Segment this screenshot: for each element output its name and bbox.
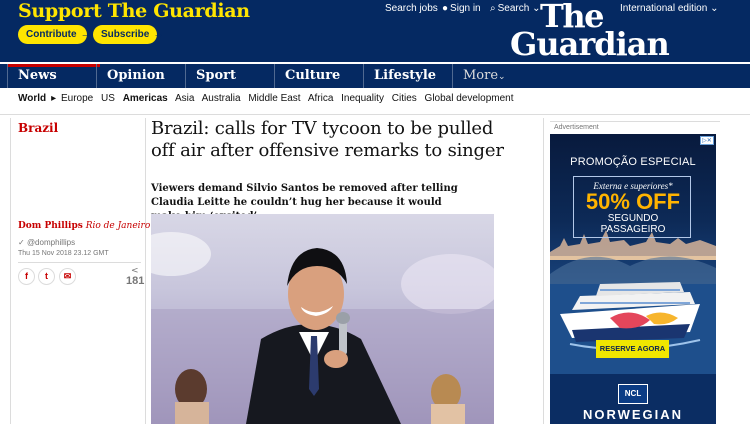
subnav-americas[interactable]: Americas [123, 93, 168, 104]
sub-nav: World ▸ Europe US Americas Asia Australia… [18, 93, 514, 104]
subscribe-label: Subscribe [101, 29, 150, 40]
logo-line-2: Guardian [510, 25, 670, 63]
user-icon: ● [442, 3, 449, 14]
support-title: Support The Guardian [18, 0, 250, 22]
subnav-europe[interactable]: Europe [61, 93, 93, 104]
divider [10, 118, 11, 424]
advertisement[interactable]: ▷✕ PROMOÇÃO ESPECIAL Externa e superiore… [550, 134, 716, 424]
divider [543, 118, 544, 424]
search-jobs-link[interactable]: Search jobs [385, 3, 438, 14]
pillar-more-label: More [463, 68, 499, 83]
ad-promo-title: PROMOÇÃO ESPECIAL [570, 156, 696, 168]
author-location: Rio de Janeiro [85, 221, 151, 231]
pillar-lifestyle[interactable]: Lifestyle [363, 64, 452, 88]
share-twitter-button[interactable]: t [38, 268, 55, 285]
ad-offer-detail: SEGUNDO PASSAGEIRO [574, 213, 692, 235]
byline: Dom Phillips Rio de Janeiro [18, 221, 150, 231]
contribute-label: Contribute [26, 29, 77, 40]
ad-choices-icon[interactable]: ▷✕ [700, 136, 714, 145]
sign-in-link[interactable]: ● Sign in [442, 3, 481, 14]
pillar-sport[interactable]: Sport [185, 64, 274, 88]
subscribe-button[interactable]: Subscribe → [93, 25, 164, 44]
divider [18, 262, 141, 263]
ad-reserve-button[interactable]: RESERVE AGORA [596, 340, 669, 358]
twitter-handle-label: @domphillips [26, 238, 76, 247]
share-facebook-button[interactable]: f [18, 268, 35, 285]
divider [0, 114, 750, 115]
publish-date: Thu 15 Nov 2018 23.12 GMT [18, 250, 109, 257]
twitter-handle[interactable]: ✓ @domphillips [18, 238, 75, 247]
site-header: Support The Guardian Contribute → Subscri… [0, 0, 750, 62]
subnav-australia[interactable]: Australia [202, 93, 241, 104]
tv-presenter-photo [151, 232, 494, 424]
ad-brand-name: NORWEGIAN [582, 407, 684, 422]
ad-offer-percent: 50% OFF [585, 189, 681, 214]
divider [550, 121, 720, 122]
divider [145, 118, 146, 424]
pillar-more[interactable]: More⌄ [452, 64, 542, 88]
facebook-icon: f [25, 271, 28, 281]
share-email-button[interactable]: ✉ [59, 268, 76, 285]
arrow-right-icon: → [153, 28, 165, 40]
author-link[interactable]: Dom Phillips [18, 221, 83, 231]
sign-in-label: Sign in [450, 3, 481, 14]
search-icon: ⌕ [490, 3, 496, 14]
ad-offer-box: Externa e superiores* 50% OFF SEGUNDO PA… [573, 176, 691, 238]
arrow-right-icon: → [80, 28, 92, 40]
pillar-culture[interactable]: Culture [274, 64, 363, 88]
share-count: 181 [126, 275, 145, 287]
subnav-cities[interactable]: Cities [392, 93, 417, 104]
twitter-icon: t [45, 271, 48, 281]
pillar-opinion[interactable]: Opinion [96, 64, 185, 88]
twitter-icon: ✓ [18, 238, 27, 247]
email-icon: ✉ [63, 271, 72, 281]
section-label[interactable]: Brazil [18, 121, 58, 135]
chevron-down-icon: ⌄ [707, 3, 719, 14]
subnav-us[interactable]: US [101, 93, 115, 104]
contribute-button[interactable]: Contribute → [18, 25, 92, 44]
article-headline: Brazil: calls for TV tycoon to be pulled… [151, 118, 504, 161]
ad-offer-line-1: SEGUNDO [607, 213, 659, 224]
subnav-middle-east[interactable]: Middle East [248, 93, 300, 104]
guardian-logo[interactable]: The Guardian [510, 0, 670, 63]
advertisement-label: Advertisement [554, 124, 599, 131]
subnav-global-development[interactable]: Global development [425, 93, 514, 104]
subnav-world[interactable]: World [18, 93, 46, 104]
chevron-down-icon: ⌄ [498, 72, 506, 82]
ncl-logo: NCL [618, 384, 648, 404]
pillar-news[interactable]: News [7, 64, 101, 88]
subnav-inequality[interactable]: Inequality [341, 93, 384, 104]
subnav-africa[interactable]: Africa [308, 93, 334, 104]
pillar-nav: News Opinion Sport Culture Lifestyle Mor… [0, 64, 750, 88]
subnav-asia[interactable]: Asia [175, 93, 194, 104]
ad-offer-line-2: PASSAGEIRO [600, 224, 666, 235]
article-image[interactable] [151, 214, 494, 424]
